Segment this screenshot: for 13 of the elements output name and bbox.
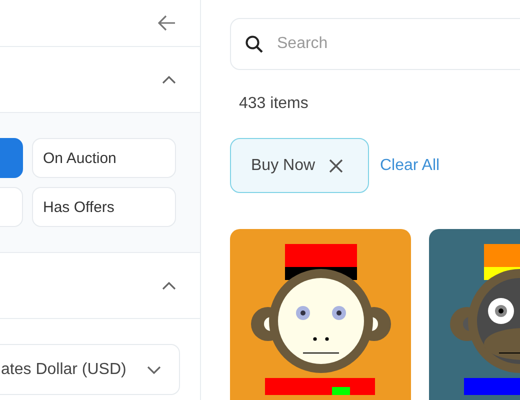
back-arrow-icon[interactable] — [158, 15, 176, 31]
chevron-down-icon[interactable] — [147, 366, 161, 374]
chevron-up-icon[interactable] — [162, 76, 176, 84]
close-icon — [329, 158, 344, 172]
item-count: 433 items — [239, 95, 310, 113]
chip-label: Buy Now — [251, 156, 316, 174]
search-field[interactable]: Search — [230, 18, 520, 70]
chevron-up-icon[interactable] — [162, 282, 176, 290]
currency-value: ates Dollar (USD) — [1, 360, 126, 378]
filter-button[interactable]: Has Offers — [32, 187, 176, 227]
close-button[interactable] — [329, 158, 344, 172]
currency-dropdown[interactable]: ates Dollar (USD) — [0, 344, 180, 395]
filter-button[interactable]: On Auction — [32, 138, 176, 178]
